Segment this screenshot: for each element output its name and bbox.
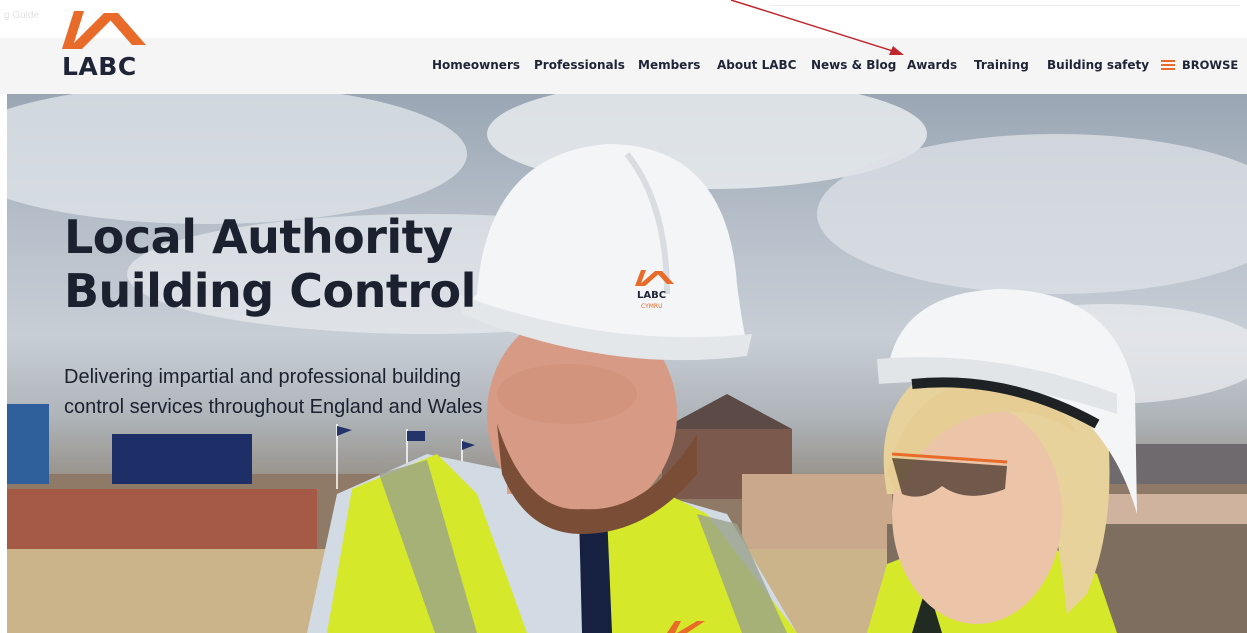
browser-top-strip: g Guide <box>0 0 1247 38</box>
browse-label: BROWSE <box>1182 58 1239 72</box>
labc-logo-mark-icon <box>62 11 146 49</box>
browse-button[interactable]: BROWSE <box>1161 58 1238 72</box>
faint-search-bar <box>770 0 1240 6</box>
nav-item-professionals[interactable]: Professionals <box>534 58 625 72</box>
nav-item-building-safety[interactable]: Building safety <box>1047 58 1149 72</box>
nav-item-awards[interactable]: Awards <box>907 58 957 72</box>
hero-title: Local Authority Building Control <box>64 210 504 318</box>
nav-item-training[interactable]: Training <box>974 58 1029 72</box>
faint-tab-text: g Guide <box>4 10 40 21</box>
hero-subtitle: Delivering impartial and professional bu… <box>64 366 483 418</box>
logo-text: LABC <box>62 52 137 81</box>
helmet-logo-text: LABC <box>637 290 666 301</box>
nav-item-members[interactable]: Members <box>638 58 700 72</box>
hero-title-line2: Building Control <box>64 264 476 318</box>
nav-item-homeowners[interactable]: Homeowners <box>432 58 520 72</box>
hero-title-line1: Local Authority <box>64 210 453 264</box>
main-nav: Homeowners Professionals Members About L… <box>0 58 1247 78</box>
helmet-logo-subtext: CYMRU <box>641 303 663 310</box>
nav-item-news-blog[interactable]: News & Blog <box>811 58 896 72</box>
hero-banner: LABC CYMRU Local Authority Building Cont… <box>7 94 1247 633</box>
hamburger-menu-icon <box>1161 60 1175 70</box>
nav-item-about-labc[interactable]: About LABC <box>717 58 796 72</box>
labc-logo[interactable]: LABC <box>60 5 160 81</box>
